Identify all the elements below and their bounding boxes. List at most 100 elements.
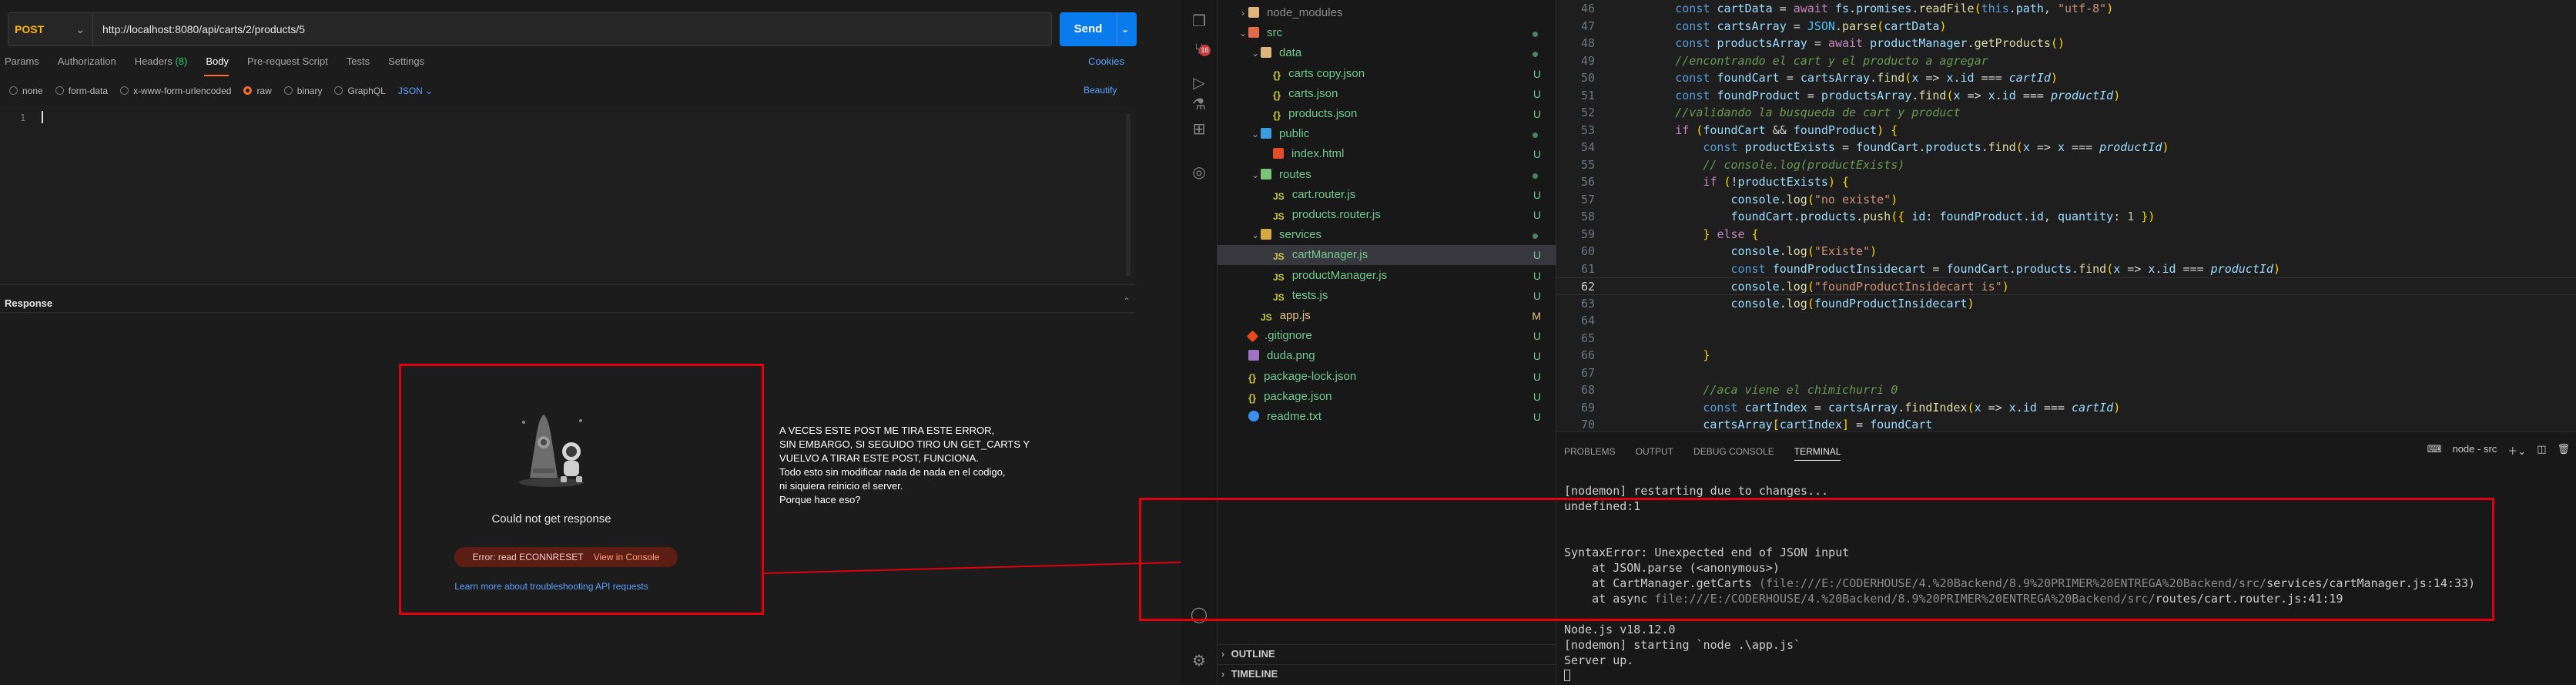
code-text: //validando la busqueda de cart y produc… xyxy=(1675,106,1961,119)
file-item[interactable]: JS cart.router.js U xyxy=(1218,185,1556,205)
code-text: console.log("foundProductInsidecart is") xyxy=(1730,280,2009,294)
body-option-binary[interactable]: binary xyxy=(283,86,322,96)
file-name: public xyxy=(1279,127,1310,141)
panel-tab-problems[interactable]: PROBLEMS xyxy=(1564,446,1616,461)
split-terminal-icon[interactable]: ◫ xyxy=(2537,443,2546,458)
url-input[interactable]: http://localhost:8080/api/carts/2/produc… xyxy=(102,13,305,45)
annotation-note: A VECES ESTE POST ME TIRA ESTE ERROR, SIN… xyxy=(779,424,1057,507)
outline-section[interactable]: › OUTLINE xyxy=(1218,644,1556,663)
file-item[interactable]: JS products.router.js U xyxy=(1218,205,1556,225)
radio-icon[interactable] xyxy=(243,86,253,95)
panel-tab-debug-console[interactable]: DEBUG CONSOLE xyxy=(1693,446,1774,461)
tab-pre-request-script[interactable]: Pre-request Script xyxy=(247,55,328,72)
send-button[interactable]: Send ⌄ xyxy=(1060,12,1137,46)
file-item[interactable]: JS app.js M xyxy=(1218,306,1556,326)
tab-tests[interactable]: Tests xyxy=(347,55,370,72)
file-name: tests.js xyxy=(1291,288,1328,302)
chevron-down-icon[interactable]: ⌄ xyxy=(1121,12,1129,46)
chevron-down-icon[interactable]: ⌄ xyxy=(1250,124,1261,144)
testing-icon[interactable]: ⚗ xyxy=(1190,96,1208,114)
panel-tab-terminal[interactable]: TERMINAL xyxy=(1794,446,1841,461)
file-item[interactable]: readme.txt U xyxy=(1218,407,1556,427)
chevron-down-icon[interactable]: ⌄ xyxy=(1250,43,1261,63)
chevron-down-icon[interactable]: ⌄ xyxy=(1250,225,1261,245)
file-item[interactable]: JS cartManager.js U xyxy=(1218,245,1556,266)
folder-item[interactable]: › node_modules xyxy=(1218,3,1556,23)
cookies-link[interactable]: Cookies xyxy=(1088,55,1124,67)
radio-icon[interactable] xyxy=(9,86,18,95)
folder-item[interactable]: ⌄ src xyxy=(1218,23,1556,43)
radio-icon[interactable] xyxy=(120,86,129,95)
file-item[interactable]: index.html U xyxy=(1218,144,1556,164)
body-option-graphql[interactable]: GraphQL xyxy=(334,86,386,96)
file-item[interactable]: {} package.json U xyxy=(1218,387,1556,407)
file-item[interactable]: JS tests.js U xyxy=(1218,286,1556,306)
file-name: products.json xyxy=(1288,107,1358,120)
folder-item[interactable]: ⌄ public xyxy=(1218,124,1556,144)
code-text: // console.log(productExists) xyxy=(1703,157,1905,172)
body-option-raw[interactable]: raw xyxy=(243,86,272,96)
js-file-icon: JS xyxy=(1273,190,1285,202)
tab-settings[interactable]: Settings xyxy=(388,55,424,72)
timeline-section[interactable]: › TIMELINE xyxy=(1218,664,1556,683)
file-item[interactable]: {} products.json U xyxy=(1218,104,1556,124)
trash-icon[interactable]: 🗑 xyxy=(2557,443,2570,458)
new-terminal-icon[interactable]: ＋⌄ xyxy=(2507,443,2526,458)
tab-params[interactable]: Params xyxy=(5,55,39,72)
terminal-name[interactable]: node - src xyxy=(2452,443,2497,458)
radio-icon[interactable] xyxy=(334,86,343,95)
git-status-untracked: U xyxy=(1533,390,1541,403)
editor-scrollbar[interactable] xyxy=(1126,114,1131,276)
radio-icon[interactable] xyxy=(55,86,64,95)
file-name: app.js xyxy=(1279,309,1311,322)
chevron-right-icon[interactable]: › xyxy=(1238,3,1248,23)
files-icon[interactable]: ❐ xyxy=(1190,12,1208,31)
file-name: data xyxy=(1279,46,1302,60)
folder-item[interactable]: ⌄ routes xyxy=(1218,165,1556,185)
run-debug-icon[interactable]: ▷ xyxy=(1190,74,1208,92)
body-option-form-data[interactable]: form-data xyxy=(55,86,108,96)
body-editor[interactable]: 1 xyxy=(0,106,1134,285)
code-line: 57 console.log("no existe") xyxy=(1556,191,2576,209)
method-label: POST xyxy=(15,23,45,35)
line-number: 57 xyxy=(1580,192,1595,207)
body-option-x-www-form-urlencoded[interactable]: x-www-form-urlencoded xyxy=(120,86,231,96)
tab-authorization[interactable]: Authorization xyxy=(58,55,116,72)
file-item[interactable]: .gitignore U xyxy=(1218,326,1556,346)
line-number: 62 xyxy=(1580,280,1595,294)
text-cursor xyxy=(42,111,43,123)
file-item[interactable]: {} carts.json U xyxy=(1218,84,1556,104)
file-item[interactable]: duda.png U xyxy=(1218,346,1556,366)
tab-headers[interactable]: Headers (8) xyxy=(135,55,188,72)
settings-gear-icon[interactable]: ⚙ xyxy=(1190,652,1208,670)
folder-item[interactable]: ⌄ data xyxy=(1218,43,1556,63)
line-number: 47 xyxy=(1580,18,1595,33)
line-number: 49 xyxy=(1580,53,1595,68)
code-editor[interactable]: 46 const cartData = await fs.promises.re… xyxy=(1556,0,2576,431)
git-status-dot xyxy=(1533,52,1538,58)
remote-icon[interactable]: ◎ xyxy=(1190,163,1208,182)
file-item[interactable]: {} carts copy.json U xyxy=(1218,64,1556,84)
tab-body[interactable]: Body xyxy=(206,55,229,72)
chevron-down-icon[interactable]: ⌄ xyxy=(1250,165,1261,185)
extensions-icon[interactable]: ⊞ xyxy=(1190,120,1208,139)
code-line: 62 console.log("foundProductInsidecart i… xyxy=(1556,277,2576,295)
git-status-untracked: U xyxy=(1533,411,1541,423)
body-type-options: none form-data x-www-form-urlencoded raw bin… xyxy=(9,83,433,99)
body-option-none[interactable]: none xyxy=(9,86,43,96)
tab-label: Authorization xyxy=(57,55,116,67)
code-line: 64 xyxy=(1556,312,2576,330)
radio-icon[interactable] xyxy=(283,86,293,95)
beautify-link[interactable]: Beautify xyxy=(1084,85,1117,96)
outline-label: OUTLINE xyxy=(1231,648,1275,660)
file-item[interactable]: {} package-lock.json U xyxy=(1218,367,1556,387)
method-select[interactable]: POST ⌄ xyxy=(8,13,93,45)
code-line: 48 const productsArray = await productMa… xyxy=(1556,35,2576,52)
format-select[interactable]: JSON ⌄ xyxy=(398,86,433,96)
chevron-up-icon[interactable]: ⌃ xyxy=(1123,296,1131,307)
file-item[interactable]: JS productManager.js U xyxy=(1218,266,1556,286)
panel-tab-output[interactable]: OUTPUT xyxy=(1636,446,1673,461)
line-number: 1 xyxy=(20,112,26,123)
chevron-down-icon[interactable]: ⌄ xyxy=(1238,23,1248,43)
folder-item[interactable]: ⌄ services xyxy=(1218,225,1556,245)
